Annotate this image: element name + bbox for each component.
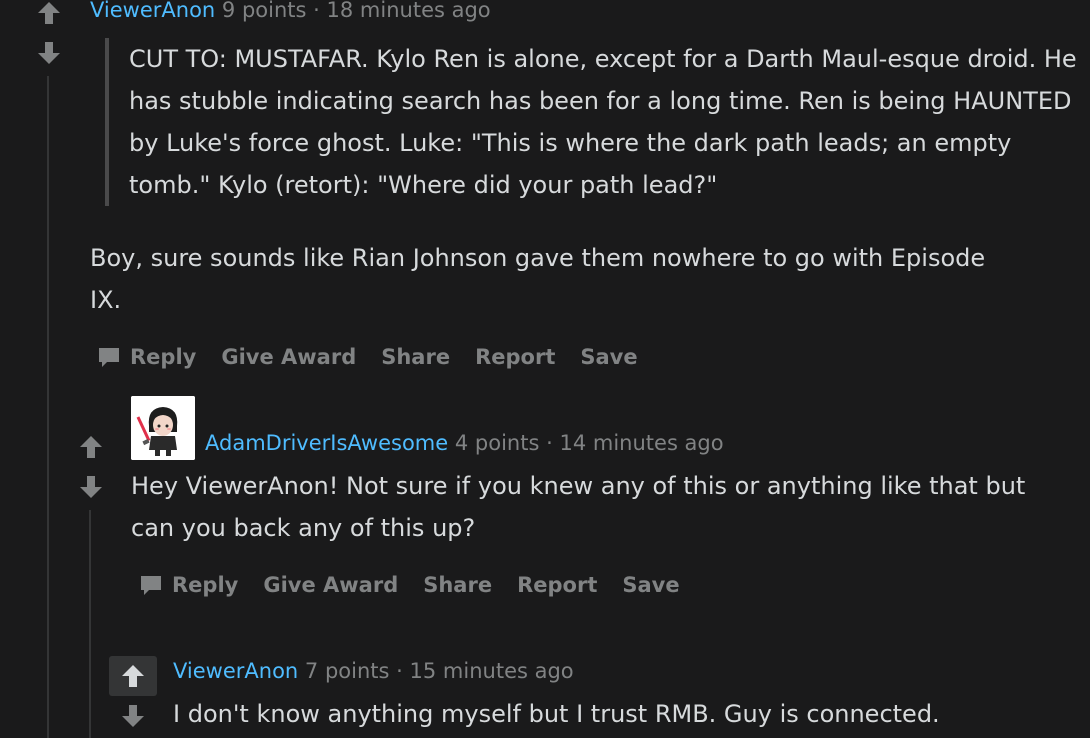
upvote-arrow-icon[interactable]	[120, 663, 146, 689]
comment-body: Hey ViewerAnon! Not sure if you knew any…	[131, 472, 1026, 542]
give-award-button[interactable]: Give Award	[221, 345, 356, 369]
comment-points: 7 points	[304, 659, 390, 683]
thread-line[interactable]	[47, 76, 49, 738]
comment-timestamp[interactable]: 15 minutes ago	[410, 659, 574, 683]
comment-points: 9 points	[221, 0, 307, 22]
comment-body: I don't know anything myself but I trust…	[173, 700, 940, 728]
comment-meta: ViewerAnon 7 points · 15 minutes ago	[173, 659, 574, 683]
comment-actions: Reply Give Award Share Report Save	[139, 573, 680, 597]
reply-label: Reply	[172, 573, 239, 597]
user-avatar-icon	[131, 396, 195, 460]
comment-bubble-icon	[141, 576, 161, 595]
share-button[interactable]: Share	[381, 345, 450, 369]
avatar[interactable]	[131, 396, 195, 460]
meta-separator: ·	[396, 659, 403, 683]
comment-meta: ViewerAnon 9 points · 18 minutes ago	[90, 0, 491, 22]
comment-actions: Reply Give Award Share Report Save	[97, 345, 638, 369]
comment-author[interactable]: AdamDriverIsAwesome	[205, 431, 448, 455]
reply-button[interactable]: Reply	[97, 345, 196, 369]
comment-timestamp[interactable]: 14 minutes ago	[559, 431, 723, 455]
comment-author[interactable]: ViewerAnon	[173, 659, 298, 683]
comment-author[interactable]: ViewerAnon	[90, 0, 215, 22]
meta-separator: ·	[313, 0, 320, 22]
downvote-arrow-icon[interactable]	[36, 40, 62, 66]
thread-line[interactable]	[89, 510, 91, 738]
upvote-arrow-icon[interactable]	[36, 0, 62, 26]
reply-button[interactable]: Reply	[139, 573, 238, 597]
downvote-arrow-icon[interactable]	[120, 703, 146, 729]
share-button[interactable]: Share	[423, 573, 492, 597]
comment-body: Boy, sure sounds like Rian Johnson gave …	[90, 244, 986, 314]
meta-separator: ·	[546, 431, 553, 455]
reply-label: Reply	[130, 345, 197, 369]
comment-timestamp[interactable]: 18 minutes ago	[327, 0, 491, 22]
comment-points: 4 points	[454, 431, 540, 455]
comment-bubble-icon	[99, 348, 119, 367]
give-award-button[interactable]: Give Award	[263, 573, 398, 597]
downvote-arrow-icon[interactable]	[78, 474, 104, 500]
quoted-text: CUT TO: MUSTAFAR. Kylo Ren is alone, exc…	[105, 38, 1079, 206]
upvote-arrow-icon[interactable]	[78, 434, 104, 460]
save-button[interactable]: Save	[580, 345, 637, 369]
comment-meta: AdamDriverIsAwesome 4 points · 14 minute…	[205, 431, 724, 455]
report-button[interactable]: Report	[517, 573, 597, 597]
save-button[interactable]: Save	[622, 573, 679, 597]
report-button[interactable]: Report	[475, 345, 555, 369]
